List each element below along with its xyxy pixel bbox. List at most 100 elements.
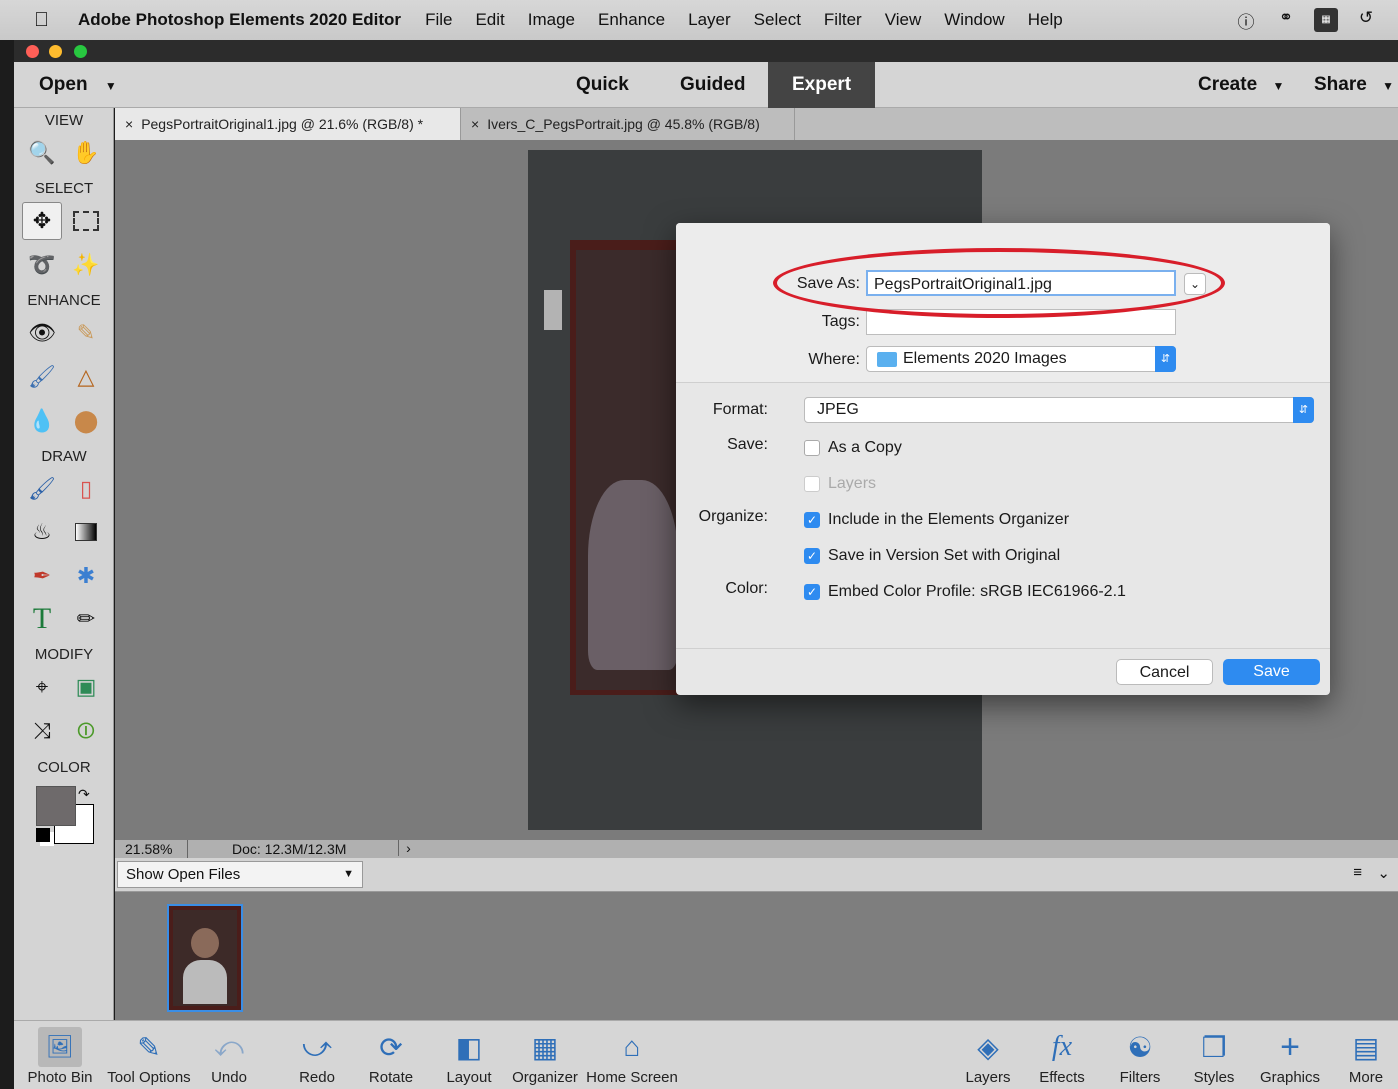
sponge-tool-icon[interactable]: ⬤ xyxy=(66,402,106,440)
marquee-tool-icon[interactable] xyxy=(66,202,106,240)
straighten-tool-icon[interactable]: ⏼ xyxy=(66,712,106,750)
foreground-color-swatch[interactable] xyxy=(36,786,76,826)
menu-select[interactable]: Select xyxy=(754,10,801,30)
apple-icon[interactable]:  xyxy=(34,9,64,32)
share-button[interactable]: Share ▼ xyxy=(1314,62,1394,108)
close-window-button[interactable] xyxy=(26,45,39,58)
color-label: Color: xyxy=(725,580,768,597)
app-icon[interactable]: ▦ xyxy=(1314,8,1338,32)
close-icon[interactable]: × xyxy=(125,116,133,132)
custom-shape-tool-icon[interactable]: ✱ xyxy=(66,557,106,595)
version-set-checkbox[interactable]: ✓ Save in Version Set with Original xyxy=(804,547,1060,565)
time-machine-icon[interactable]: ↺ xyxy=(1354,8,1378,32)
eyedropper-tool-icon[interactable]: ✒ xyxy=(22,557,62,595)
collapse-bin-icon[interactable]: ⌄ xyxy=(1377,864,1390,882)
close-icon[interactable]: × xyxy=(471,116,479,132)
organizer-button[interactable]: ▦ Organizer xyxy=(510,1025,580,1087)
tab-pegs-portrait-original[interactable]: × PegsPortraitOriginal1.jpg @ 21.6% (RGB/… xyxy=(115,108,460,140)
where-select[interactable]: Elements 2020 Images ⇵ xyxy=(866,346,1176,372)
home-screen-button[interactable]: ⌂ Home Screen xyxy=(584,1025,680,1086)
save-options-label: Save: xyxy=(727,436,768,453)
clone-stamp-tool-icon[interactable]: △ xyxy=(66,358,106,396)
password-icon[interactable]: ⓘ xyxy=(1234,8,1258,32)
recompose-tool-icon[interactable]: ▣ xyxy=(66,668,106,706)
minimize-window-button[interactable] xyxy=(49,45,62,58)
swap-colors-icon[interactable]: ↷ xyxy=(78,786,90,803)
menu-filter[interactable]: Filter xyxy=(824,10,862,30)
save-button[interactable]: Save xyxy=(1223,659,1320,685)
bin-options-icon[interactable]: ≡ xyxy=(1353,864,1362,881)
menu-view[interactable]: View xyxy=(885,10,922,30)
photo-bin-button[interactable]: 🖼 Photo Bin xyxy=(20,1025,100,1086)
tool-options-button[interactable]: ✎ Tool Options xyxy=(104,1025,194,1087)
styles-button[interactable]: ❐ Styles xyxy=(1184,1025,1244,1087)
menu-image[interactable]: Image xyxy=(528,10,575,30)
show-open-files-dropdown[interactable]: Show Open Files ▼ xyxy=(117,861,363,888)
content-aware-move-tool-icon[interactable]: ⤨ xyxy=(22,712,62,750)
tags-input[interactable] xyxy=(866,309,1176,335)
filters-button[interactable]: ☯ Filters xyxy=(1110,1025,1170,1087)
paint-bucket-tool-icon[interactable]: ♨ xyxy=(22,513,62,551)
move-tool-icon[interactable]: ✥ xyxy=(22,202,62,240)
format-select[interactable]: JPEG ⇵ xyxy=(804,397,1314,423)
graphics-button[interactable]: + Graphics xyxy=(1254,1025,1326,1087)
zoom-tool-icon[interactable]: 🔍 xyxy=(22,134,62,172)
blur-tool-icon[interactable]: 💧 xyxy=(22,402,62,440)
menu-layer[interactable]: Layer xyxy=(688,10,731,30)
tab-quick[interactable]: Quick xyxy=(576,62,629,108)
rotate-button[interactable]: ⟳ Rotate xyxy=(366,1025,416,1087)
tab-expert[interactable]: Expert xyxy=(768,62,876,108)
zoom-window-button[interactable] xyxy=(74,45,87,58)
menu-enhance[interactable]: Enhance xyxy=(598,10,665,30)
open-button[interactable]: Open ▼ xyxy=(39,62,117,108)
gradient-tool-icon[interactable] xyxy=(66,513,106,551)
expand-dialog-button[interactable]: ⌄ xyxy=(1184,273,1206,295)
section-select: SELECT xyxy=(34,180,94,197)
styles-icon: ❐ xyxy=(1201,1031,1227,1063)
smart-brush-tool-icon[interactable]: 🖌 xyxy=(22,358,62,396)
eraser-tool-icon[interactable]: ▯ xyxy=(66,470,106,508)
pencil-tool-icon[interactable]: ✏ xyxy=(66,600,106,638)
red-eye-tool-icon[interactable]: 👁 xyxy=(22,314,62,352)
checkbox-box xyxy=(804,440,820,456)
toolbox: VIEW 🔍 ✋ SELECT ✥ ➰ ✨ ENHANCE 👁 ✎ 🖌 △ 💧 … xyxy=(14,108,114,1020)
embed-color-profile-checkbox[interactable]: ✓ Embed Color Profile: sRGB IEC61966-2.1 xyxy=(804,583,1126,601)
cancel-button[interactable]: Cancel xyxy=(1116,659,1213,685)
include-organizer-checkbox[interactable]: ✓ Include in the Elements Organizer xyxy=(804,511,1069,529)
menu-help[interactable]: Help xyxy=(1028,10,1063,30)
layout-button[interactable]: ◧ Layout xyxy=(442,1025,496,1087)
lasso-tool-icon[interactable]: ➰ xyxy=(22,246,62,284)
create-button[interactable]: Create ▼ xyxy=(1198,62,1284,108)
filters-icon: ☯ xyxy=(1127,1031,1153,1063)
zoom-level[interactable]: 21.58% xyxy=(125,841,172,857)
quick-selection-tool-icon[interactable]: ✨ xyxy=(66,246,106,284)
layers-button[interactable]: ◈ Layers xyxy=(958,1025,1018,1087)
menu-edit[interactable]: Edit xyxy=(475,10,504,30)
tab-ivers-portrait[interactable]: × Ivers_C_PegsPortrait.jpg @ 45.8% (RGB/8… xyxy=(460,108,795,140)
hand-tool-icon[interactable]: ✋ xyxy=(66,134,106,172)
thumbnail-body xyxy=(183,960,227,1004)
menu-window[interactable]: Window xyxy=(944,10,1004,30)
crop-tool-icon[interactable]: ⌖ xyxy=(22,668,62,706)
select-arrows-icon: ⇵ xyxy=(1293,397,1314,423)
brush-tool-icon[interactable]: 🖌 xyxy=(22,470,62,508)
effects-button[interactable]: fx Effects xyxy=(1032,1025,1092,1086)
photo-label xyxy=(544,290,562,330)
tab-guided[interactable]: Guided xyxy=(680,62,745,108)
layers-icon: ◈ xyxy=(977,1031,999,1063)
save-as-input[interactable]: PegsPortraitOriginal1.jpg xyxy=(866,270,1176,296)
default-colors-icon[interactable] xyxy=(36,828,50,842)
photo-thumbnail[interactable] xyxy=(167,904,243,1012)
redo-button[interactable]: ⤻ Redo xyxy=(292,1025,342,1087)
more-button[interactable]: ▤ More xyxy=(1340,1025,1392,1087)
type-tool-icon[interactable]: T xyxy=(22,600,62,638)
status-menu-arrow-icon[interactable]: › xyxy=(398,840,418,856)
as-a-copy-checkbox[interactable]: As a Copy xyxy=(804,439,902,457)
undo-button[interactable]: ⤺ Undo xyxy=(204,1025,254,1087)
app-name[interactable]: Adobe Photoshop Elements 2020 Editor xyxy=(78,10,401,30)
creative-cloud-icon[interactable]: ⚭ xyxy=(1274,8,1298,32)
checkmark-icon: ✓ xyxy=(804,512,820,528)
window-titlebar xyxy=(14,40,1398,62)
menu-file[interactable]: File xyxy=(425,10,452,30)
spot-healing-tool-icon[interactable]: ✎ xyxy=(66,314,106,352)
